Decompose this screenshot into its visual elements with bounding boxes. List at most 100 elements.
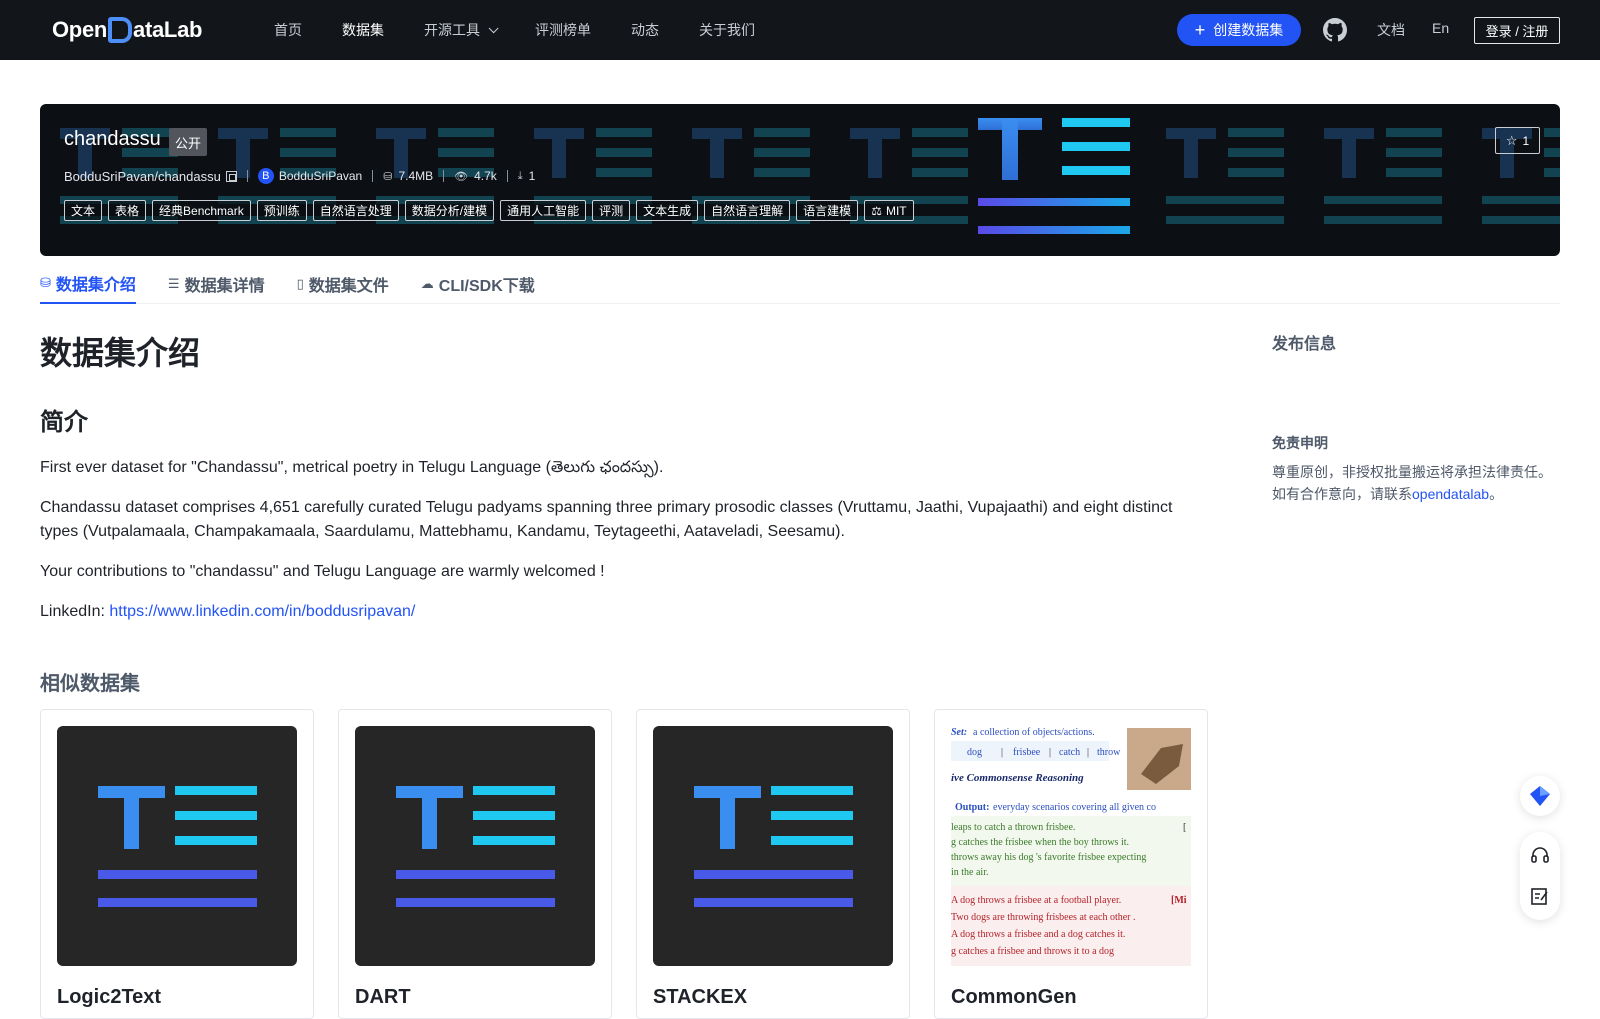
dataset-tabs: ⛁ 数据集介绍 ☰ 数据集详情 ▯ 数据集文件 ☁ CLI/SDK下载 xyxy=(40,264,1560,304)
svg-text:g catches the frisbee when the: g catches the frisbee when the boy throw… xyxy=(951,837,1129,848)
opendatalab-contact-link[interactable]: opendatalab xyxy=(1412,486,1489,502)
nav-leaderboard[interactable]: 评测榜单 xyxy=(535,20,591,40)
commongen-thumbnail: Set: a collection of objects/actions. do… xyxy=(951,726,1191,966)
github-icon[interactable] xyxy=(1323,18,1347,42)
similar-datasets-title: 相似数据集 xyxy=(40,673,140,695)
headset-icon[interactable] xyxy=(1530,846,1550,866)
storage-icon: ⛁ xyxy=(383,170,393,183)
download-icon: ⤓ xyxy=(517,169,523,182)
svg-text:catch: catch xyxy=(1059,747,1080,758)
logo-text-atalab: ataLab xyxy=(133,17,203,42)
logo-text-open: Open xyxy=(52,17,108,42)
top-nav: OpenDataLab 首页 数据集 开源工具 评测榜单 动态 关于我们 + 创… xyxy=(0,0,1600,60)
disclaimer-text: 尊重原创，非授权批量搬运将承担法律责任。 如有合作意向，请联系opendatal… xyxy=(1272,464,1552,502)
dataset-placeholder-logo xyxy=(396,786,555,907)
linkedin-line: LinkedIn: https://www.linkedin.com/in/bo… xyxy=(40,603,416,620)
tag[interactable]: 表格 xyxy=(108,200,147,221)
page-title: 数据集介绍 xyxy=(40,335,201,371)
visibility-badge: 公开 xyxy=(169,128,208,156)
create-dataset-button[interactable]: + 创建数据集 xyxy=(1177,14,1301,46)
author-name[interactable]: BodduSriPavan xyxy=(279,169,362,183)
commongen-figure: Set: a collection of objects/actions. do… xyxy=(951,727,1191,966)
similar-dataset-card[interactable]: Set: a collection of objects/actions. do… xyxy=(934,709,1208,1019)
nav-open-tools[interactable]: 开源工具 xyxy=(424,20,499,40)
feedback-icon[interactable] xyxy=(1530,886,1550,906)
nav-about[interactable]: 关于我们 xyxy=(699,20,755,40)
svg-text:A dog throws a frisbee at a fo: A dog throws a frisbee at a football pla… xyxy=(951,895,1121,906)
tag[interactable]: 语言建模 xyxy=(796,200,859,221)
card-title: STACKEX xyxy=(653,986,748,1008)
view-count: 4.7k xyxy=(474,169,497,183)
opendatalab-logo[interactable]: OpenDataLab xyxy=(52,16,202,44)
tab-introduction[interactable]: ⛁ 数据集介绍 xyxy=(40,264,136,304)
disclaimer-title: 免责申明 xyxy=(1272,435,1328,451)
linkedin-link[interactable]: https://www.linkedin.com/in/boddusripava… xyxy=(109,603,415,620)
tag[interactable]: 自然语言处理 xyxy=(312,200,399,221)
tag[interactable]: 经典Benchmark xyxy=(152,200,251,221)
svg-text:|: | xyxy=(1087,747,1089,758)
tag-list: 文本 表格 经典Benchmark 预训练 自然语言处理 数据分析/建模 通用人… xyxy=(64,200,920,221)
language-switch[interactable]: En xyxy=(1432,20,1449,36)
nav-docs[interactable]: 文档 xyxy=(1377,20,1405,40)
similar-dataset-card[interactable]: STACKEX xyxy=(636,709,910,1019)
svg-text:[: [ xyxy=(1183,822,1186,833)
svg-text:throws away his dog 's favorit: throws away his dog 's favorite frisbee … xyxy=(951,852,1146,863)
svg-text:Two dogs are throwing frisbees: Two dogs are throwing frisbees at each o… xyxy=(951,912,1136,923)
svg-text:everyday scenarios covering al: everyday scenarios covering all given co xyxy=(993,802,1156,813)
star-icon: ☆ xyxy=(1505,132,1518,148)
cloud-icon: ☁ xyxy=(420,276,434,291)
tab-cli-sdk[interactable]: ☁ CLI/SDK下载 xyxy=(421,264,535,304)
database-icon: ⛁ xyxy=(40,275,51,290)
chevron-down-icon xyxy=(488,22,499,33)
card-title: DART xyxy=(355,986,411,1008)
card-title: CommonGen xyxy=(951,986,1077,1008)
license-tag[interactable]: ⚖ MIT xyxy=(864,200,914,221)
assistant-button[interactable] xyxy=(1520,776,1560,816)
nav-datasets[interactable]: 数据集 xyxy=(342,20,384,40)
author-avatar[interactable]: B xyxy=(257,168,274,184)
dataset-banner: chandassu 公开 BodduSriPavan/chandassu B B… xyxy=(40,104,1560,256)
nav-home[interactable]: 首页 xyxy=(274,20,302,40)
svg-text:leaps to catch a thrown frisbe: leaps to catch a thrown frisbee. xyxy=(951,822,1075,833)
plus-icon: + xyxy=(1194,20,1206,40)
tag[interactable]: 通用人工智能 xyxy=(500,200,587,221)
star-button[interactable]: ☆ 1 xyxy=(1495,127,1540,154)
svg-text:frisbee: frisbee xyxy=(1013,747,1041,758)
tag[interactable]: 自然语言理解 xyxy=(704,200,791,221)
tag[interactable]: 评测 xyxy=(592,200,631,221)
copy-icon[interactable] xyxy=(225,170,237,182)
file-icon: ▯ xyxy=(296,276,304,291)
main-nav-links: 首页 数据集 开源工具 评测榜单 动态 关于我们 xyxy=(274,0,795,60)
cube-icon xyxy=(1530,786,1550,806)
intro-paragraph-3: Your contributions to "chandassu" and Te… xyxy=(40,563,605,580)
svg-text:[Mi: [Mi xyxy=(1171,895,1187,906)
svg-text:g catches a frisbee and throws: g catches a frisbee and throws it to a d… xyxy=(951,946,1114,957)
card-title: Logic2Text xyxy=(57,986,162,1008)
svg-text:dog: dog xyxy=(967,747,982,758)
login-register-button[interactable]: 登录 / 注册 xyxy=(1474,17,1560,44)
dataset-size: 7.4MB xyxy=(398,169,434,183)
tag[interactable]: 文本生成 xyxy=(636,200,699,221)
nav-news[interactable]: 动态 xyxy=(631,20,659,40)
list-icon: ☰ xyxy=(167,276,180,291)
svg-text:ive Commonsense Reasoning: ive Commonsense Reasoning xyxy=(951,772,1084,784)
dataset-placeholder-logo xyxy=(98,786,257,907)
svg-text:throw: throw xyxy=(1097,747,1121,758)
dataset-thumbnail xyxy=(57,726,297,966)
intro-heading: 简介 xyxy=(40,409,88,436)
similar-dataset-card[interactable]: Logic2Text xyxy=(40,709,314,1019)
tag[interactable]: 预训练 xyxy=(256,200,307,221)
eye-icon: 👁 xyxy=(454,170,469,183)
tab-files[interactable]: ▯ 数据集文件 xyxy=(297,264,389,304)
svg-text:|: | xyxy=(1001,747,1003,758)
svg-text:in the air.: in the air. xyxy=(951,867,989,878)
tab-details[interactable]: ☰ 数据集详情 xyxy=(168,264,265,304)
tag[interactable]: 文本 xyxy=(64,200,103,221)
tag[interactable]: 数据分析/建模 xyxy=(404,200,495,221)
similar-dataset-card[interactable]: DART xyxy=(338,709,612,1019)
dataset-full-name: BodduSriPavan/chandassu xyxy=(64,168,221,184)
scale-icon: ⚖ xyxy=(871,203,882,218)
intro-paragraph-1: First ever dataset for "Chandassu", metr… xyxy=(40,459,664,476)
svg-text:Output:: Output: xyxy=(955,802,989,813)
svg-text:|: | xyxy=(1049,747,1051,758)
